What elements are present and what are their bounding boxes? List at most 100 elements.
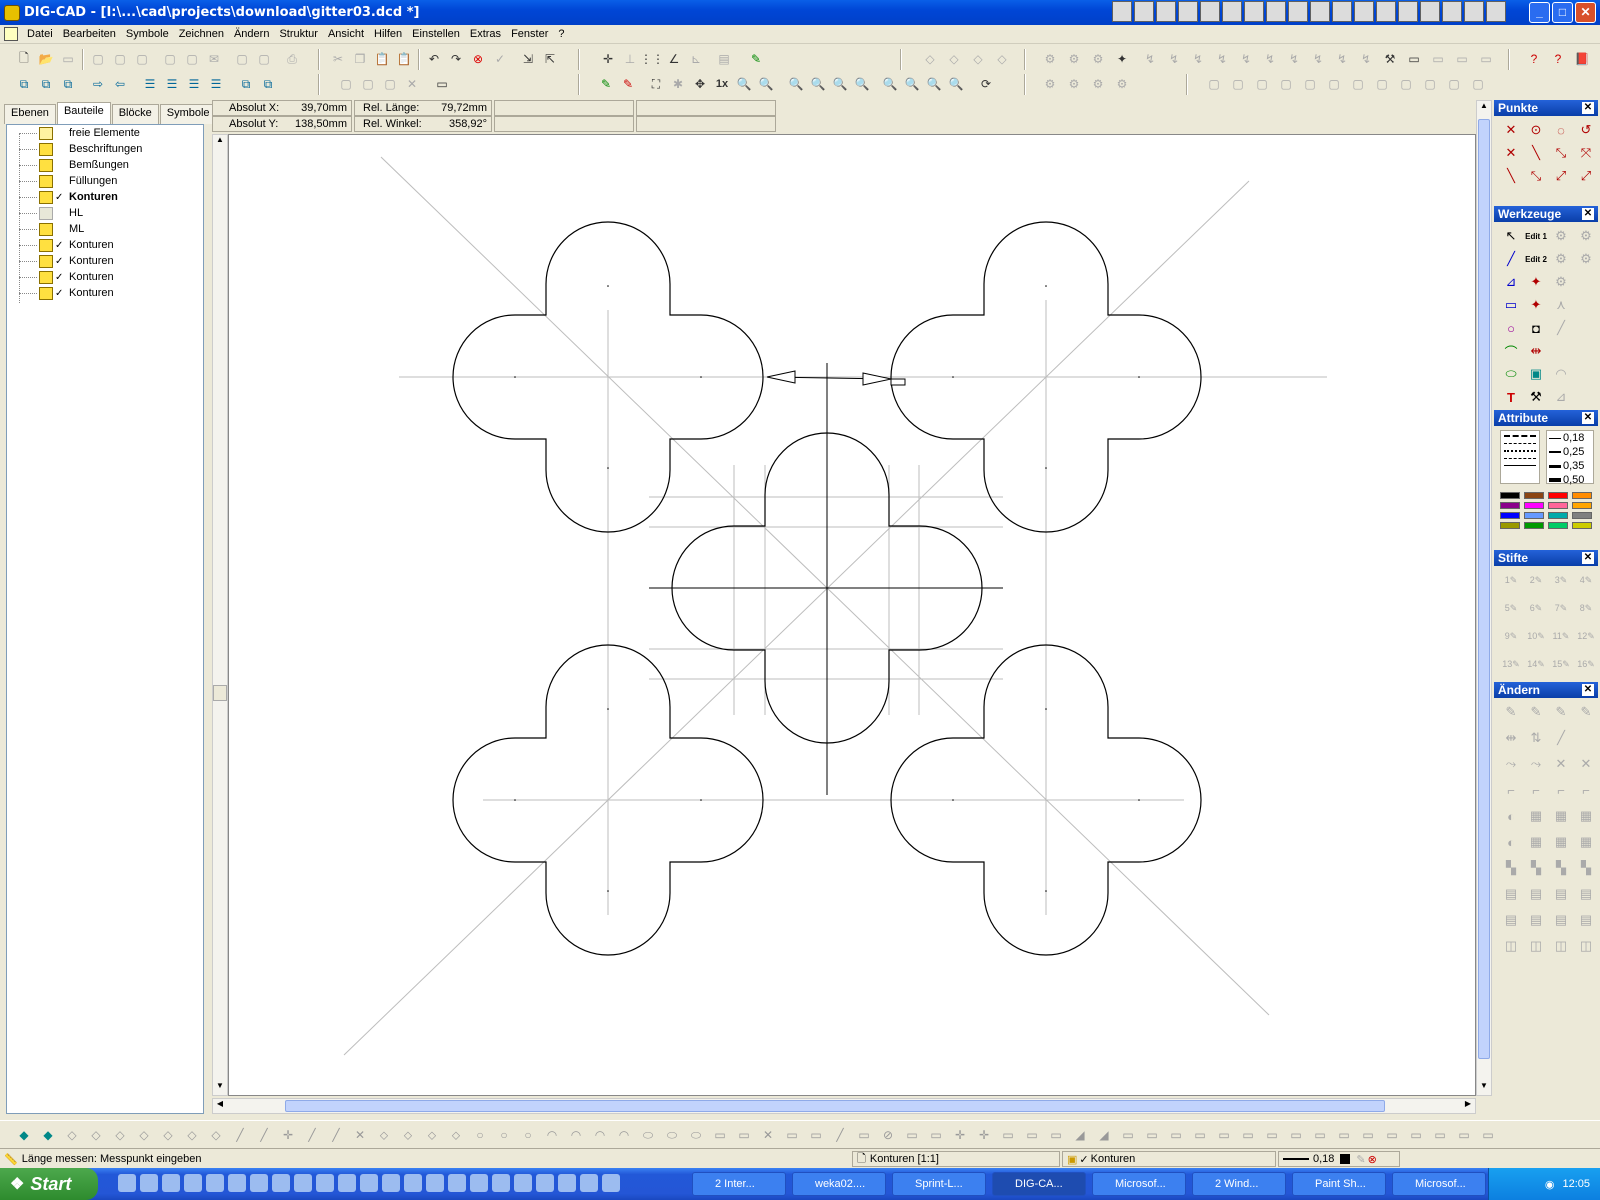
bottom-tool-icon[interactable]: ◢ bbox=[1070, 1125, 1090, 1145]
redraw-icon[interactable]: ⟳ bbox=[976, 74, 996, 94]
modify-tool-icon[interactable]: ▤ bbox=[1550, 910, 1572, 930]
disabled-tool-icon[interactable]: ⚙ bbox=[1040, 49, 1060, 69]
disabled-tool-icon[interactable]: ▢ bbox=[1276, 74, 1296, 94]
layer-icon[interactable]: ⧉ bbox=[236, 74, 256, 94]
line-width-option[interactable]: 0,50 bbox=[1547, 473, 1593, 487]
disabled-tool-icon[interactable]: ▢ bbox=[110, 49, 130, 69]
bottom-tool-icon[interactable]: ◇ bbox=[182, 1125, 202, 1145]
disabled-tool-icon[interactable]: ▢ bbox=[1396, 74, 1416, 94]
bottom-tool-icon[interactable]: ◇ bbox=[158, 1125, 178, 1145]
color-swatch[interactable] bbox=[1524, 502, 1544, 509]
disabled-tool-icon[interactable]: ▢ bbox=[1444, 74, 1464, 94]
line-width-option[interactable]: 0,35 bbox=[1547, 459, 1593, 473]
bottom-tool-icon[interactable]: ○ bbox=[494, 1125, 514, 1145]
scroll-up-icon[interactable]: ▲ bbox=[1477, 101, 1491, 115]
app-shortcut-icon[interactable] bbox=[1376, 1, 1396, 22]
modify-tool-icon[interactable]: ◐ bbox=[1500, 832, 1522, 852]
modify-tool-icon[interactable]: ╱ bbox=[1550, 728, 1572, 748]
point-tool-icon[interactable]: ⤢ bbox=[1575, 166, 1597, 186]
modify-tool-icon[interactable]: ◫ bbox=[1500, 936, 1522, 956]
disabled-tool-icon[interactable]: ⚙ bbox=[1040, 74, 1060, 94]
cut-icon[interactable]: ✂ bbox=[328, 49, 348, 69]
bottom-tool-icon[interactable]: ▭ bbox=[782, 1125, 802, 1145]
scroll-right-icon[interactable]: ▶ bbox=[1461, 1099, 1475, 1113]
color-swatch[interactable] bbox=[1524, 492, 1544, 499]
edit-points-icon[interactable]: ✦ bbox=[1525, 295, 1547, 315]
bottom-tool-icon[interactable]: ▭ bbox=[1190, 1125, 1210, 1145]
bottom-tool-icon[interactable]: ▭ bbox=[1022, 1125, 1042, 1145]
modify-tool-icon[interactable]: ◫ bbox=[1575, 936, 1597, 956]
pen-6-button[interactable]: 6✎ bbox=[1525, 598, 1547, 618]
modify-tool-icon[interactable]: ✎ bbox=[1525, 702, 1547, 722]
bottom-tool-icon[interactable]: ▭ bbox=[1478, 1125, 1498, 1145]
quick-launch-icon[interactable] bbox=[448, 1174, 466, 1192]
color-swatch[interactable] bbox=[1572, 512, 1592, 519]
tab-ebenen[interactable]: Ebenen bbox=[4, 104, 56, 124]
modify-tool-icon[interactable]: ▤ bbox=[1575, 910, 1597, 930]
paste-icon[interactable]: 📋 bbox=[372, 49, 392, 69]
layer-icon[interactable]: ☰ bbox=[206, 74, 226, 94]
bottom-tool-icon[interactable]: ✛ bbox=[974, 1125, 994, 1145]
bottom-tool-icon[interactable]: ▭ bbox=[1262, 1125, 1282, 1145]
modify-tool-icon[interactable]: ▤ bbox=[1525, 910, 1547, 930]
disabled-tool-icon[interactable]: ↯ bbox=[1236, 49, 1256, 69]
text-icon[interactable]: T bbox=[1500, 387, 1522, 407]
menu-hilfen[interactable]: Hilfen bbox=[369, 28, 407, 40]
dimension-icon[interactable]: ⇹ bbox=[1525, 341, 1547, 361]
disabled-tool-icon[interactable]: ◇ bbox=[944, 49, 964, 69]
app-shortcut-icon[interactable] bbox=[1288, 1, 1308, 22]
menu-extras[interactable]: Extras bbox=[465, 28, 506, 40]
scroll-left-icon[interactable]: ◀ bbox=[213, 1099, 227, 1113]
app-shortcut-icon[interactable] bbox=[1244, 1, 1264, 22]
app-shortcut-icon[interactable] bbox=[1178, 1, 1198, 22]
app-shortcut-icon[interactable] bbox=[1134, 1, 1154, 22]
app-icon[interactable] bbox=[4, 4, 20, 21]
quick-launch-icon[interactable] bbox=[426, 1174, 444, 1192]
group-icon[interactable]: ⧉ bbox=[58, 74, 78, 94]
bottom-tool-icon[interactable]: ╱ bbox=[254, 1125, 274, 1145]
pen-9-button[interactable]: 9✎ bbox=[1500, 626, 1522, 646]
drawing-canvas[interactable] bbox=[228, 134, 1476, 1096]
disabled-tool-icon[interactable]: ▢ bbox=[88, 49, 108, 69]
pen-1-button[interactable]: 1✎ bbox=[1500, 570, 1522, 590]
task-button[interactable]: 2 Wind... bbox=[1192, 1172, 1286, 1196]
bottom-tool-icon[interactable]: ◇ bbox=[110, 1125, 130, 1145]
zoom-window-icon[interactable]: 🔍 bbox=[756, 74, 776, 94]
disabled-tool-icon[interactable]: ↯ bbox=[1356, 49, 1376, 69]
tab-bauteile[interactable]: Bauteile bbox=[56, 102, 111, 124]
disabled-tool-icon[interactable]: ◇ bbox=[968, 49, 988, 69]
camera-icon[interactable]: ◘ bbox=[1525, 318, 1547, 338]
pen-5-button[interactable]: 5✎ bbox=[1500, 598, 1522, 618]
zoom-1x-button[interactable]: 1x bbox=[712, 74, 732, 94]
modify-tool-icon[interactable]: ⌐ bbox=[1525, 780, 1547, 800]
modify-tool-icon[interactable]: ▦ bbox=[1525, 806, 1547, 826]
bottom-tool-icon[interactable]: ▭ bbox=[998, 1125, 1018, 1145]
point-tool-icon[interactable]: ⊙ bbox=[1525, 120, 1547, 140]
angle-icon[interactable]: ∠ bbox=[664, 49, 684, 69]
modify-tool-icon[interactable]: ▚ bbox=[1550, 858, 1572, 878]
disabled-tool-icon[interactable]: ↯ bbox=[1212, 49, 1232, 69]
modify-tool-icon[interactable]: ▦ bbox=[1525, 832, 1547, 852]
app-shortcut-icon[interactable] bbox=[1420, 1, 1440, 22]
menu-datei[interactable]: Datei bbox=[22, 28, 58, 40]
pointer-icon[interactable]: ↖ bbox=[1500, 226, 1522, 246]
circle-icon[interactable]: ○ bbox=[1500, 318, 1522, 338]
arc-icon[interactable]: ⌒ bbox=[1500, 341, 1522, 361]
tree-item[interactable]: ✓ Konturen bbox=[7, 285, 203, 301]
disabled-tool-icon[interactable]: ▢ bbox=[1324, 74, 1344, 94]
color-swatch[interactable] bbox=[1524, 512, 1544, 519]
color-swatch[interactable] bbox=[1524, 522, 1544, 529]
pen-icon[interactable]: ✎ bbox=[596, 74, 616, 94]
pen-10-button[interactable]: 10✎ bbox=[1525, 626, 1547, 646]
bottom-tool-icon[interactable]: ▭ bbox=[1118, 1125, 1138, 1145]
disabled-tool-icon[interactable]: ⚙ bbox=[1088, 49, 1108, 69]
disabled-tool-icon[interactable]: ▭ bbox=[1452, 49, 1472, 69]
disabled-tool-icon[interactable]: ◠ bbox=[1550, 364, 1572, 384]
line-width-selector[interactable]: 0,18 0,25 0,35 0,50 bbox=[1546, 430, 1594, 487]
bottom-tool-icon[interactable]: ◠ bbox=[566, 1125, 586, 1145]
modify-tool-icon[interactable]: ▚ bbox=[1575, 858, 1597, 878]
bottom-tool-icon[interactable]: ▭ bbox=[1406, 1125, 1426, 1145]
quick-launch-icon[interactable] bbox=[316, 1174, 334, 1192]
zoom-level-icon[interactable]: 🔍 bbox=[946, 74, 966, 94]
disabled-tool-icon[interactable]: ▢ bbox=[1468, 74, 1488, 94]
